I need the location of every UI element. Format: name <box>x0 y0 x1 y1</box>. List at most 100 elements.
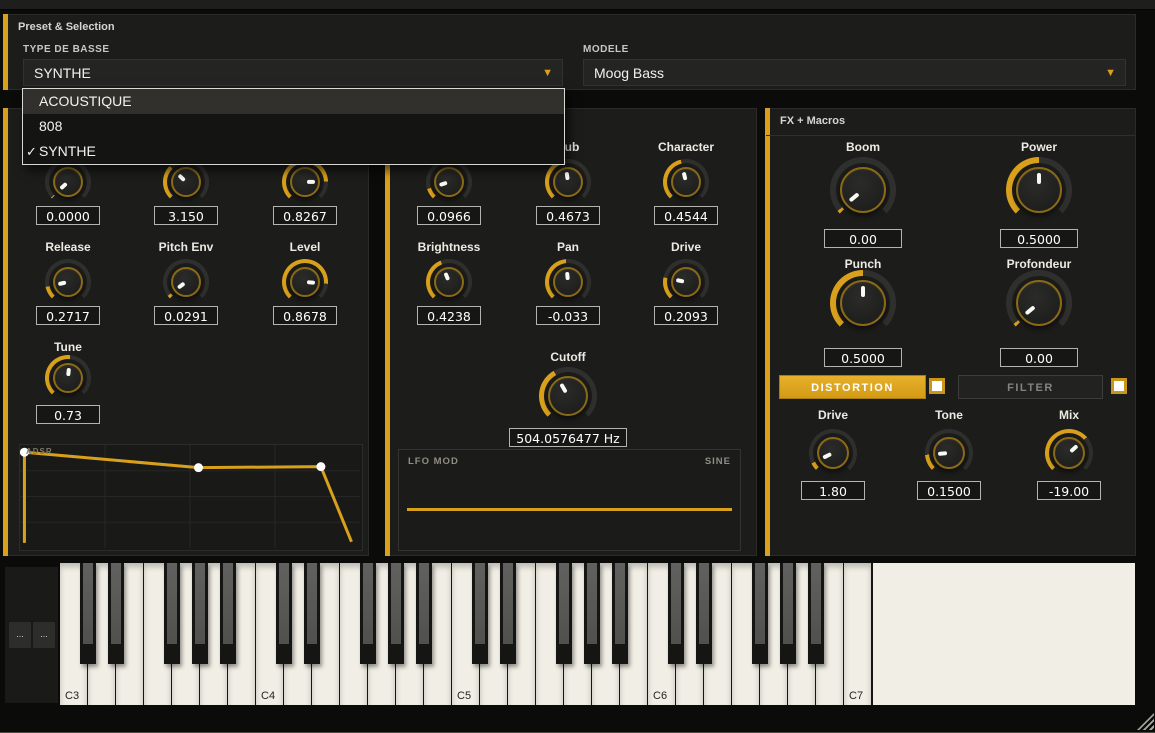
knob-pointer <box>443 272 449 281</box>
black-key[interactable] <box>164 563 180 664</box>
drive-knob-label: Drive <box>616 240 756 254</box>
sub-value-box[interactable]: 0.4673 <box>536 206 600 225</box>
knob-body <box>53 267 83 297</box>
brightness-value-box[interactable]: 0.4238 <box>417 306 481 325</box>
resize-grip[interactable] <box>1137 713 1154 730</box>
distortion-checkbox[interactable] <box>929 378 945 394</box>
lfo-mod-display[interactable]: LFO MOD SINE <box>398 449 741 551</box>
black-key[interactable] <box>556 563 572 664</box>
knob-body <box>933 437 965 469</box>
tune-value-box[interactable]: 0.73 <box>36 405 100 424</box>
punch-value-box[interactable]: 0.5000 <box>824 348 902 367</box>
character-knob-label: Character <box>616 140 756 154</box>
type-de-basse-combobox[interactable]: SYNTHE ▼ <box>23 59 563 86</box>
modele-combobox[interactable]: Moog Bass ▼ <box>583 59 1126 86</box>
knob-body <box>53 167 83 197</box>
type-de-basse-dropdown-list: ACOUSTIQUE808✓SYNTHE <box>22 88 565 165</box>
check-icon: ✓ <box>26 139 39 164</box>
knob-pointer <box>60 182 68 190</box>
tone-value-box[interactable]: 0.1500 <box>917 481 981 500</box>
boom-value-box[interactable]: 0.00 <box>824 229 902 248</box>
pitch-env-value-box[interactable]: 0.0291 <box>154 306 218 325</box>
black-key[interactable] <box>416 563 432 664</box>
knob-body <box>553 267 583 297</box>
pan-value-box[interactable]: -0.033 <box>536 306 600 325</box>
mix-knob-label: Mix <box>999 408 1139 422</box>
distortion-button[interactable]: DISTORTION <box>779 375 926 399</box>
dropdown-item-label: 808 <box>39 118 62 134</box>
drive-value-box[interactable]: 0.2093 <box>654 306 718 325</box>
knob-value-box[interactable]: 0.8267 <box>273 206 337 225</box>
knob-body <box>671 167 701 197</box>
black-key[interactable] <box>220 563 236 664</box>
black-key[interactable] <box>752 563 768 664</box>
knob-value-box[interactable]: 0.0000 <box>36 206 100 225</box>
preset-selection-panel: Preset & Selection TYPE DE BASSE SYNTHE … <box>3 14 1136 90</box>
knob-pointer <box>938 452 947 456</box>
knob-body <box>171 267 201 297</box>
black-key[interactable] <box>696 563 712 664</box>
knob-body <box>1016 280 1062 326</box>
piano-keyboard: C3C4C5C6C7 <box>60 563 872 705</box>
fx-panel-title: FX + Macros <box>780 115 845 127</box>
black-key[interactable] <box>500 563 516 664</box>
mix-value-box[interactable]: -19.00 <box>1037 481 1101 500</box>
knob-body <box>671 267 701 297</box>
keyboard-option-button[interactable]: ... <box>33 622 55 648</box>
black-key[interactable] <box>192 563 208 664</box>
knob-value-box[interactable]: 3.150 <box>154 206 218 225</box>
dropdown-item-808[interactable]: 808 <box>23 114 564 139</box>
knob-body <box>840 280 886 326</box>
lfo-waveform-line <box>407 508 732 511</box>
dropdown-item-acoustique[interactable]: ACOUSTIQUE <box>23 89 564 114</box>
plugin-window: Preset & Selection TYPE DE BASSE SYNTHE … <box>0 0 1155 733</box>
black-key[interactable] <box>612 563 628 664</box>
knob-body <box>1016 167 1062 213</box>
cutoff-knob-label: Cutoff <box>498 350 638 364</box>
octave-label: C6 <box>653 690 667 702</box>
knob-body <box>817 437 849 469</box>
character-value-box[interactable]: 0.4544 <box>654 206 718 225</box>
knob-pointer <box>682 172 687 181</box>
black-key[interactable] <box>276 563 292 664</box>
black-key[interactable] <box>780 563 796 664</box>
black-key[interactable] <box>584 563 600 664</box>
black-key[interactable] <box>108 563 124 664</box>
black-key[interactable] <box>668 563 684 664</box>
octave-label: C3 <box>65 690 79 702</box>
cutoff-value-box[interactable]: 504.0576477 Hz <box>509 428 627 447</box>
black-key[interactable] <box>360 563 376 664</box>
black-key[interactable] <box>472 563 488 664</box>
knob-pointer <box>1069 444 1078 453</box>
keyboard-filler-panel <box>872 563 1135 705</box>
chevron-down-icon: ▼ <box>1105 60 1116 87</box>
fx-macros-panel: FX + Macros DISTORTION FILTER Boom0.00Po… <box>765 108 1136 556</box>
boom-knob-label: Boom <box>793 140 933 154</box>
knob-pointer <box>565 272 569 280</box>
black-key[interactable] <box>304 563 320 664</box>
black-key[interactable] <box>80 563 96 664</box>
panel-title: Preset & Selection <box>18 21 115 33</box>
white-key[interactable]: C7 <box>844 563 872 705</box>
release-value-box[interactable]: 0.2717 <box>36 306 100 325</box>
lfo-wave-label: SINE <box>705 456 731 467</box>
knob-value-box[interactable]: 0.0966 <box>417 206 481 225</box>
filter-button[interactable]: FILTER <box>958 375 1103 399</box>
power-value-box[interactable]: 0.5000 <box>1000 229 1078 248</box>
dropdown-item-synthe[interactable]: ✓SYNTHE <box>23 139 564 164</box>
profondeur-value-box[interactable]: 0.00 <box>1000 348 1078 367</box>
knob-body <box>548 376 588 416</box>
lfo-mod-title: LFO MOD <box>408 456 459 467</box>
black-key[interactable] <box>388 563 404 664</box>
keyboard-option-button[interactable]: ... <box>9 622 31 648</box>
filter-checkbox[interactable] <box>1111 378 1127 394</box>
knob-pointer <box>439 181 448 187</box>
octave-label: C7 <box>849 690 863 702</box>
adsr-envelope-display[interactable]: ADSR <box>19 444 363 551</box>
dropdown-item-label: SYNTHE <box>39 143 96 159</box>
drive-value-box[interactable]: 1.80 <box>801 481 865 500</box>
type-de-basse-label: TYPE DE BASSE <box>23 44 110 55</box>
knob-pointer <box>307 180 315 184</box>
level-value-box[interactable]: 0.8678 <box>273 306 337 325</box>
black-key[interactable] <box>808 563 824 664</box>
